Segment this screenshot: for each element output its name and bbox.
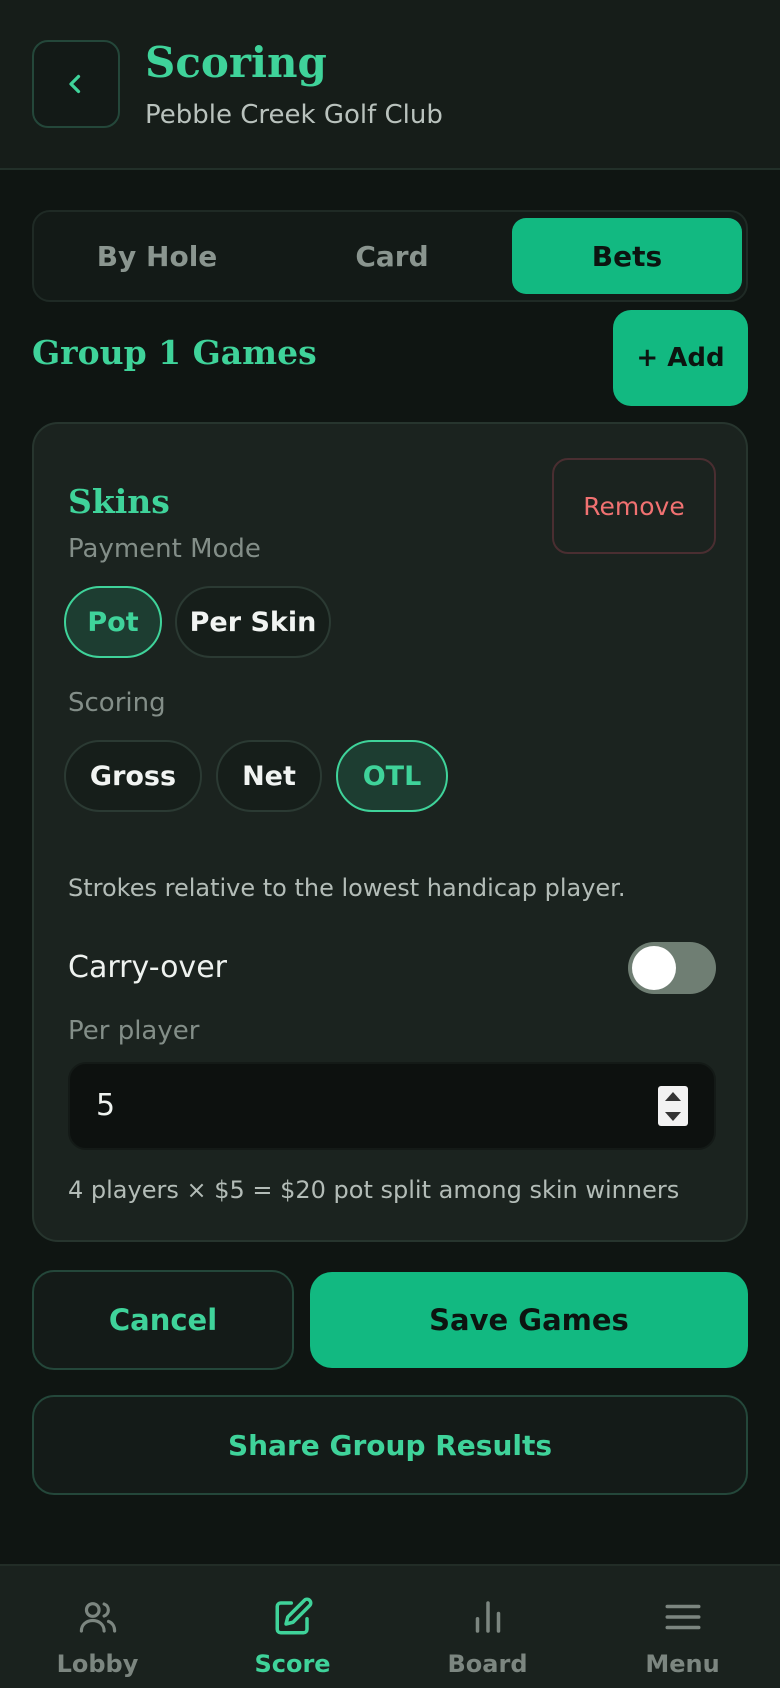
nav-label-board: Board	[447, 1650, 528, 1678]
nav-label-score: Score	[254, 1650, 331, 1678]
payment-option-pot[interactable]: Pot	[64, 586, 162, 658]
tab-by-hole[interactable]: By Hole	[42, 218, 272, 294]
cancel-button[interactable]: Cancel	[32, 1270, 294, 1370]
add-game-button[interactable]: + Add	[613, 310, 748, 406]
course-name: Pebble Creek Golf Club	[145, 100, 443, 130]
edit-icon	[275, 1597, 313, 1635]
chevron-left-icon	[69, 74, 81, 94]
payment-mode-label: Payment Mode	[68, 534, 261, 564]
tab-bets[interactable]: Bets	[512, 218, 742, 294]
page-title: Scoring	[145, 38, 327, 87]
nav-item-score[interactable]: Score	[195, 1566, 390, 1688]
bar-chart-icon	[475, 1601, 501, 1633]
nav-item-lobby[interactable]: Lobby	[0, 1566, 195, 1688]
share-results-button[interactable]: Share Group Results	[32, 1395, 748, 1495]
view-tabs: By Hole Card Bets	[32, 210, 748, 302]
scoring-option-otl[interactable]: OTL	[336, 740, 448, 812]
number-stepper[interactable]	[658, 1086, 688, 1126]
scoring-screen: Scoring Pebble Creek Golf Club By Hole C…	[0, 0, 780, 1688]
per-player-value: 5	[96, 1088, 116, 1123]
carry-over-label: Carry-over	[68, 950, 227, 985]
nav-label-lobby: Lobby	[56, 1650, 139, 1678]
nav-item-board[interactable]: Board	[390, 1566, 585, 1688]
scoring-label: Scoring	[68, 688, 166, 718]
group-title: Group 1 Games	[32, 333, 317, 372]
tab-card[interactable]: Card	[277, 218, 507, 294]
payment-option-per-skin[interactable]: Per Skin	[175, 586, 331, 658]
per-player-label: Per player	[68, 1016, 200, 1046]
scoring-option-gross[interactable]: Gross	[64, 740, 202, 812]
nav-item-menu[interactable]: Menu	[585, 1566, 780, 1688]
toggle-knob	[632, 946, 676, 990]
game-card-skins: Skins Remove Payment Mode Pot Per Skin S…	[32, 422, 748, 1242]
scoring-help-text: Strokes relative to the lowest handicap …	[68, 874, 626, 902]
bottom-nav: Lobby Score Board Menu	[0, 1564, 780, 1688]
save-games-button[interactable]: Save Games	[310, 1272, 748, 1368]
game-title: Skins	[68, 482, 170, 521]
nav-label-menu: Menu	[645, 1650, 720, 1678]
scoring-option-net[interactable]: Net	[216, 740, 322, 812]
pot-summary: 4 players × $5 = $20 pot split among ski…	[68, 1176, 680, 1204]
per-player-input[interactable]: 5	[68, 1062, 716, 1150]
carry-over-toggle[interactable]	[628, 942, 716, 994]
users-icon	[79, 1602, 117, 1633]
remove-game-button[interactable]: Remove	[552, 458, 716, 554]
menu-icon	[665, 1604, 701, 1630]
header: Scoring Pebble Creek Golf Club	[0, 0, 780, 170]
stepper-down-icon[interactable]	[665, 1111, 681, 1121]
stepper-up-icon[interactable]	[665, 1091, 681, 1101]
back-button[interactable]	[32, 40, 120, 128]
